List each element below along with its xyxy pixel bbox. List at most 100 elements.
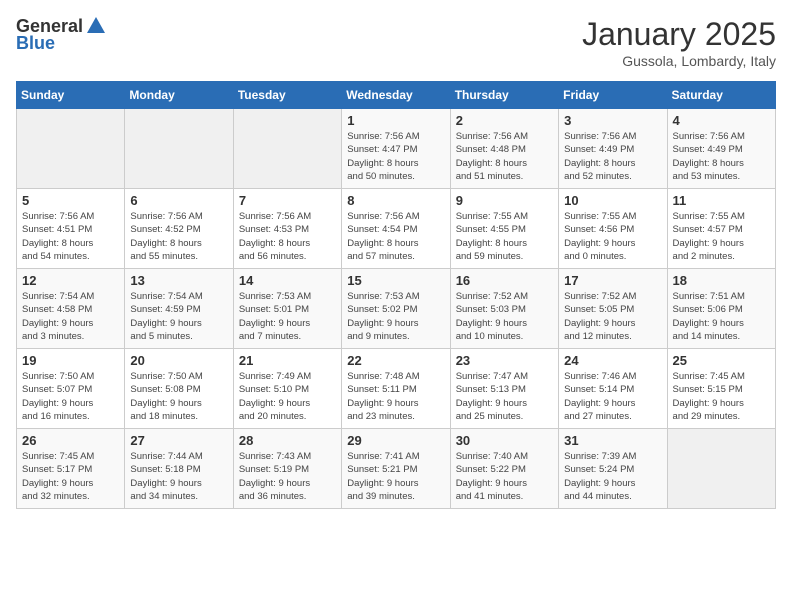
day-number: 6 xyxy=(130,193,227,208)
day-number: 22 xyxy=(347,353,444,368)
day-info: Sunrise: 7:56 AM Sunset: 4:53 PM Dayligh… xyxy=(239,210,336,263)
logo: General Blue xyxy=(16,16,107,54)
calendar-cell xyxy=(125,109,233,189)
month-year-title: January 2025 xyxy=(582,16,776,53)
day-number: 11 xyxy=(673,193,770,208)
weekday-header-friday: Friday xyxy=(559,82,667,109)
day-info: Sunrise: 7:40 AM Sunset: 5:22 PM Dayligh… xyxy=(456,450,553,503)
calendar-cell xyxy=(17,109,125,189)
day-info: Sunrise: 7:45 AM Sunset: 5:17 PM Dayligh… xyxy=(22,450,119,503)
calendar-cell: 22 Sunrise: 7:48 AM Sunset: 5:11 PM Dayli… xyxy=(342,349,450,429)
title-block: January 2025 Gussola, Lombardy, Italy xyxy=(582,16,776,69)
day-number: 31 xyxy=(564,433,661,448)
day-number: 20 xyxy=(130,353,227,368)
day-number: 25 xyxy=(673,353,770,368)
location-subtitle: Gussola, Lombardy, Italy xyxy=(582,53,776,69)
calendar-cell: 18 Sunrise: 7:51 AM Sunset: 5:06 PM Dayli… xyxy=(667,269,775,349)
day-number: 27 xyxy=(130,433,227,448)
calendar-cell: 26 Sunrise: 7:45 AM Sunset: 5:17 PM Dayli… xyxy=(17,429,125,509)
weekday-header-monday: Monday xyxy=(125,82,233,109)
calendar-week-3: 19 Sunrise: 7:50 AM Sunset: 5:07 PM Dayli… xyxy=(17,349,776,429)
day-info: Sunrise: 7:41 AM Sunset: 5:21 PM Dayligh… xyxy=(347,450,444,503)
day-info: Sunrise: 7:48 AM Sunset: 5:11 PM Dayligh… xyxy=(347,370,444,423)
logo-blue-text: Blue xyxy=(16,33,55,54)
calendar-week-2: 12Sunrise: 7:54 AM Sunset: 4:58 PM Dayli… xyxy=(17,269,776,349)
day-info: Sunrise: 7:46 AM Sunset: 5:14 PM Dayligh… xyxy=(564,370,661,423)
day-number: 10 xyxy=(564,193,661,208)
day-info: Sunrise: 7:55 AM Sunset: 4:57 PM Dayligh… xyxy=(673,210,770,263)
day-info: Sunrise: 7:49 AM Sunset: 5:10 PM Dayligh… xyxy=(239,370,336,423)
day-info: Sunrise: 7:53 AM Sunset: 5:01 PM Dayligh… xyxy=(239,290,336,343)
day-number: 14 xyxy=(239,273,336,288)
day-number: 13 xyxy=(130,273,227,288)
day-number: 9 xyxy=(456,193,553,208)
calendar-cell: 4Sunrise: 7:56 AM Sunset: 4:49 PM Daylig… xyxy=(667,109,775,189)
calendar-cell: 27 Sunrise: 7:44 AM Sunset: 5:18 PM Dayli… xyxy=(125,429,233,509)
calendar-cell: 6 Sunrise: 7:56 AM Sunset: 4:52 PM Daylig… xyxy=(125,189,233,269)
calendar-cell: 20 Sunrise: 7:50 AM Sunset: 5:08 PM Dayli… xyxy=(125,349,233,429)
day-number: 24 xyxy=(564,353,661,368)
calendar-cell: 11 Sunrise: 7:55 AM Sunset: 4:57 PM Dayli… xyxy=(667,189,775,269)
day-info: Sunrise: 7:56 AM Sunset: 4:49 PM Dayligh… xyxy=(673,130,770,183)
day-info: Sunrise: 7:44 AM Sunset: 5:18 PM Dayligh… xyxy=(130,450,227,503)
day-info: Sunrise: 7:43 AM Sunset: 5:19 PM Dayligh… xyxy=(239,450,336,503)
day-number: 23 xyxy=(456,353,553,368)
calendar-cell: 28 Sunrise: 7:43 AM Sunset: 5:19 PM Dayli… xyxy=(233,429,341,509)
calendar-cell: 2Sunrise: 7:56 AM Sunset: 4:48 PM Daylig… xyxy=(450,109,558,189)
day-info: Sunrise: 7:51 AM Sunset: 5:06 PM Dayligh… xyxy=(673,290,770,343)
day-number: 19 xyxy=(22,353,119,368)
calendar-cell: 10Sunrise: 7:55 AM Sunset: 4:56 PM Dayli… xyxy=(559,189,667,269)
day-info: Sunrise: 7:53 AM Sunset: 5:02 PM Dayligh… xyxy=(347,290,444,343)
calendar-cell: 13 Sunrise: 7:54 AM Sunset: 4:59 PM Dayli… xyxy=(125,269,233,349)
calendar-cell: 17 Sunrise: 7:52 AM Sunset: 5:05 PM Dayli… xyxy=(559,269,667,349)
day-info: Sunrise: 7:52 AM Sunset: 5:05 PM Dayligh… xyxy=(564,290,661,343)
calendar-cell: 15 Sunrise: 7:53 AM Sunset: 5:02 PM Dayli… xyxy=(342,269,450,349)
calendar-cell xyxy=(233,109,341,189)
day-number: 1 xyxy=(347,113,444,128)
calendar-cell: 25 Sunrise: 7:45 AM Sunset: 5:15 PM Dayli… xyxy=(667,349,775,429)
day-info: Sunrise: 7:45 AM Sunset: 5:15 PM Dayligh… xyxy=(673,370,770,423)
day-number: 26 xyxy=(22,433,119,448)
weekday-header-wednesday: Wednesday xyxy=(342,82,450,109)
weekday-header-sunday: Sunday xyxy=(17,82,125,109)
day-number: 30 xyxy=(456,433,553,448)
calendar-cell: 5Sunrise: 7:56 AM Sunset: 4:51 PM Daylig… xyxy=(17,189,125,269)
weekday-header-row: SundayMondayTuesdayWednesdayThursdayFrid… xyxy=(17,82,776,109)
calendar-cell: 29 Sunrise: 7:41 AM Sunset: 5:21 PM Dayli… xyxy=(342,429,450,509)
day-info: Sunrise: 7:56 AM Sunset: 4:47 PM Dayligh… xyxy=(347,130,444,183)
calendar-cell: 3Sunrise: 7:56 AM Sunset: 4:49 PM Daylig… xyxy=(559,109,667,189)
calendar-cell: 31 Sunrise: 7:39 AM Sunset: 5:24 PM Dayli… xyxy=(559,429,667,509)
day-info: Sunrise: 7:56 AM Sunset: 4:52 PM Dayligh… xyxy=(130,210,227,263)
day-number: 29 xyxy=(347,433,444,448)
calendar-table: SundayMondayTuesdayWednesdayThursdayFrid… xyxy=(16,81,776,509)
calendar-cell: 30 Sunrise: 7:40 AM Sunset: 5:22 PM Dayli… xyxy=(450,429,558,509)
day-number: 5 xyxy=(22,193,119,208)
calendar-cell: 24 Sunrise: 7:46 AM Sunset: 5:14 PM Dayli… xyxy=(559,349,667,429)
calendar-cell: 8Sunrise: 7:56 AM Sunset: 4:54 PM Daylig… xyxy=(342,189,450,269)
calendar-cell: 23Sunrise: 7:47 AM Sunset: 5:13 PM Dayli… xyxy=(450,349,558,429)
calendar-cell: 21 Sunrise: 7:49 AM Sunset: 5:10 PM Dayli… xyxy=(233,349,341,429)
day-info: Sunrise: 7:56 AM Sunset: 4:54 PM Dayligh… xyxy=(347,210,444,263)
calendar-week-0: 1 Sunrise: 7:56 AM Sunset: 4:47 PM Daylig… xyxy=(17,109,776,189)
day-number: 21 xyxy=(239,353,336,368)
calendar-week-1: 5Sunrise: 7:56 AM Sunset: 4:51 PM Daylig… xyxy=(17,189,776,269)
day-number: 15 xyxy=(347,273,444,288)
calendar-cell: 12Sunrise: 7:54 AM Sunset: 4:58 PM Dayli… xyxy=(17,269,125,349)
day-number: 17 xyxy=(564,273,661,288)
day-number: 28 xyxy=(239,433,336,448)
page-header: General Blue January 2025 Gussola, Lomba… xyxy=(16,16,776,69)
day-info: Sunrise: 7:52 AM Sunset: 5:03 PM Dayligh… xyxy=(456,290,553,343)
day-info: Sunrise: 7:54 AM Sunset: 4:59 PM Dayligh… xyxy=(130,290,227,343)
calendar-cell: 19 Sunrise: 7:50 AM Sunset: 5:07 PM Dayli… xyxy=(17,349,125,429)
day-number: 16 xyxy=(456,273,553,288)
day-info: Sunrise: 7:50 AM Sunset: 5:08 PM Dayligh… xyxy=(130,370,227,423)
calendar-week-4: 26 Sunrise: 7:45 AM Sunset: 5:17 PM Dayli… xyxy=(17,429,776,509)
day-info: Sunrise: 7:50 AM Sunset: 5:07 PM Dayligh… xyxy=(22,370,119,423)
day-number: 18 xyxy=(673,273,770,288)
weekday-header-thursday: Thursday xyxy=(450,82,558,109)
calendar-cell xyxy=(667,429,775,509)
day-info: Sunrise: 7:39 AM Sunset: 5:24 PM Dayligh… xyxy=(564,450,661,503)
day-number: 12 xyxy=(22,273,119,288)
calendar-cell: 1 Sunrise: 7:56 AM Sunset: 4:47 PM Daylig… xyxy=(342,109,450,189)
weekday-header-saturday: Saturday xyxy=(667,82,775,109)
